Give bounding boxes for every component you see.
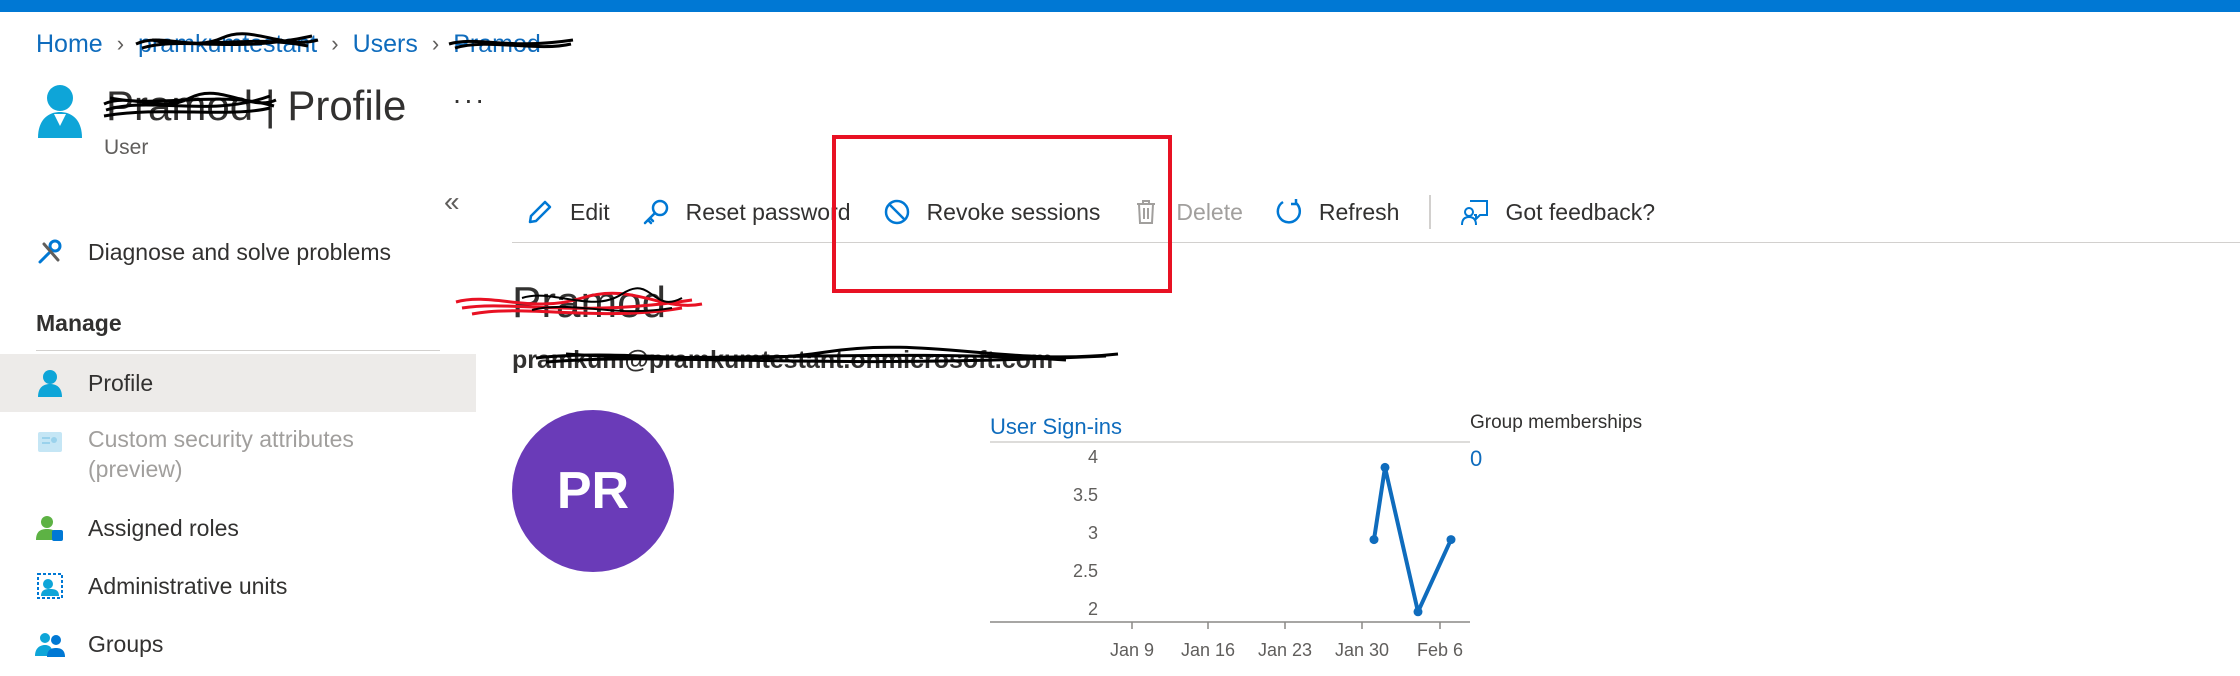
- chart-data-point: [1380, 462, 1390, 472]
- sidebar-item-label: Profile: [88, 369, 154, 396]
- user-display-name-redacted: Pramod: [455, 278, 703, 328]
- sidebar-item-label: Assigned roles: [88, 514, 239, 541]
- chart-x-tick-label: Jan 9: [1110, 640, 1154, 660]
- groups-icon: [34, 628, 66, 660]
- chart-y-tick-label: 3.5: [1073, 485, 1098, 505]
- chart-x-tick-label: Jan 23: [1258, 640, 1312, 660]
- edit-label: Edit: [570, 198, 610, 225]
- user-icon: [38, 85, 82, 138]
- breadcrumb-current[interactable]: Pramod: [448, 29, 574, 59]
- chart-series-line: [1372, 465, 1453, 614]
- breadcrumb-tenant[interactable]: pramkumtestant: [135, 29, 319, 59]
- user-display-name: Pramod: [455, 278, 703, 328]
- page-header: Pramod | Profile ···: [36, 82, 486, 140]
- chart-y-tick-label: 2: [1088, 599, 1098, 619]
- chevron-right-icon: ›: [116, 31, 125, 56]
- avatar: PR: [512, 410, 674, 572]
- more-options-icon[interactable]: ···: [452, 84, 486, 116]
- chart-x-tick-label: Jan 16: [1181, 640, 1235, 660]
- chart-y-tick-label: 3: [1088, 523, 1098, 543]
- id-card-icon: [34, 426, 66, 458]
- sidebar-item-custom-security-attributes[interactable]: Custom security attributes (preview): [0, 424, 476, 488]
- signins-chart: 4 3.5 3 2.5 2 Jan 9 Jan 16 Jan 23 Jan 30 Feb 6: [990, 441, 1470, 660]
- sidebar-divider: [36, 350, 440, 351]
- chart-data-point: [1446, 535, 1456, 545]
- sidebar-item-label: Custom security attributes (preview): [88, 426, 354, 482]
- user-role-icon: [34, 512, 66, 544]
- breadcrumb: Home › pramkumtestant › Users › Pramod: [36, 28, 574, 60]
- chart-x-tick-label: Feb 6: [1417, 640, 1463, 660]
- breadcrumb-current-label: Pramod: [453, 29, 541, 58]
- chart-data-point: [1413, 607, 1423, 617]
- delete-label: Delete: [1176, 198, 1243, 225]
- feedback-label: Got feedback?: [1505, 198, 1656, 225]
- refresh-icon: [1273, 196, 1305, 228]
- user-display-name-label: Pramod: [512, 278, 667, 327]
- group-memberships-label: Group memberships: [1470, 412, 1643, 433]
- sidebar-item-diagnose[interactable]: Diagnose and solve problems: [0, 232, 476, 272]
- title-suffix: | Profile: [264, 82, 407, 129]
- page-title: Pramod | Profile: [103, 82, 407, 130]
- sidebar-item-label: Administrative units: [88, 572, 288, 599]
- refresh-label: Refresh: [1318, 198, 1400, 225]
- user-email: pramkum@pramkumtestant.onmicrosoft.com: [512, 345, 1119, 375]
- breadcrumb-users[interactable]: Users: [353, 30, 418, 59]
- breadcrumb-home[interactable]: Home: [36, 30, 103, 59]
- sidebar-item-groups[interactable]: Groups: [0, 624, 476, 664]
- reset-password-label: Reset password: [685, 198, 851, 225]
- group-memberships-value[interactable]: 0: [1470, 446, 1482, 472]
- user-icon: [34, 367, 66, 399]
- sidebar-item-label: Groups: [88, 630, 164, 657]
- section-manage: Manage: [36, 310, 122, 336]
- pencil-icon: [524, 196, 556, 228]
- breadcrumb-tenant-label: pramkumtestant: [138, 29, 318, 58]
- edit-button[interactable]: Edit: [524, 196, 610, 228]
- chart-data-point: [1369, 535, 1379, 545]
- chart-x-tick-label: Jan 30: [1335, 640, 1389, 660]
- title-user-name-label: Pramod: [106, 82, 254, 129]
- chevron-right-icon: ›: [331, 31, 339, 56]
- top-accent-bar: [0, 0, 2240, 12]
- command-bar-divider: [512, 242, 2240, 243]
- highlight-box: [832, 135, 1172, 293]
- toolbar-divider: [1429, 195, 1432, 229]
- sidebar-item-administrative-units[interactable]: Administrative units: [0, 566, 476, 606]
- page-subtitle: User: [104, 136, 149, 159]
- user-email-redacted: pramkum@pramkumtestant.onmicrosoft.com: [512, 345, 1119, 375]
- sidebar-item-assigned-roles[interactable]: Assigned roles: [0, 508, 476, 548]
- chevron-right-icon: ›: [431, 31, 440, 56]
- refresh-button[interactable]: Refresh: [1273, 196, 1400, 228]
- chart-y-tick-label: 4: [1088, 447, 1098, 467]
- reset-password-button[interactable]: Reset password: [640, 196, 851, 228]
- sidebar-item-profile[interactable]: Profile: [0, 354, 476, 412]
- chart-y-tick-label: 2.5: [1073, 561, 1098, 581]
- user-email-label: pramkum@pramkumtestant.onmicrosoft.com: [512, 346, 1054, 374]
- title-user-name: Pramod: [103, 82, 277, 130]
- key-icon: [640, 196, 672, 228]
- sidebar-item-label: Diagnose and solve problems: [88, 238, 392, 265]
- collapse-sidebar-icon[interactable]: «: [444, 186, 460, 218]
- feedback-icon: [1459, 196, 1491, 228]
- wrench-icon: [34, 236, 66, 268]
- signins-chart-title[interactable]: User Sign-ins: [990, 414, 1122, 440]
- administrative-units-icon: [34, 570, 66, 602]
- feedback-button[interactable]: Got feedback?: [1459, 196, 1655, 228]
